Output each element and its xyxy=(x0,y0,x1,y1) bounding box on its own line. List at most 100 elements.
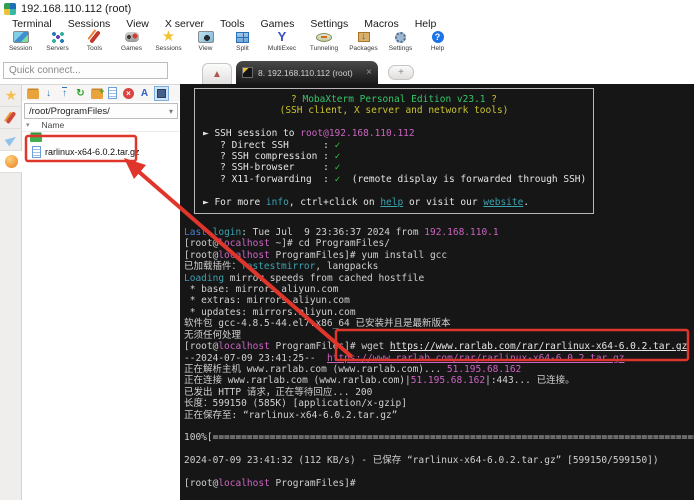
terminal-line: 长度：599150 (585K) [application/x-gzip] xyxy=(184,398,407,410)
parent-directory-row[interactable] xyxy=(22,132,180,143)
sidebar-tab-strip: ★ xyxy=(0,85,23,500)
menu-games[interactable]: Games xyxy=(252,18,302,30)
terminal-line: ? SSH-browser : ✓ xyxy=(203,162,341,174)
games-icon xyxy=(124,32,139,42)
packages-icon xyxy=(357,30,370,44)
help-icon: ? xyxy=(431,31,444,43)
file-row-rarlinux[interactable]: rarlinux-x64-6.0.2.tar.gz xyxy=(22,143,180,160)
new-file-button[interactable] xyxy=(106,87,119,100)
terminal-line: 100%[===================================… xyxy=(184,432,694,444)
tab-close-icon[interactable]: × xyxy=(366,67,372,78)
tools-button[interactable]: Tools xyxy=(76,30,113,57)
menu-tools[interactable]: Tools xyxy=(212,18,253,30)
refresh-button[interactable]: ↻ xyxy=(74,87,87,100)
terminal-line: [root@localhost ~]# cd ProgramFiles/ xyxy=(184,238,390,250)
file-icon xyxy=(32,145,41,158)
terminal-line: 软件包 gcc-4.8.5-44.el7.x86_64 已安装并且是最新版本 xyxy=(184,318,451,330)
sessions-star-icon: ★ xyxy=(4,87,18,103)
multiexec-button[interactable]: Y MultiExec xyxy=(261,30,303,57)
follow-terminal-folder-button[interactable] xyxy=(154,85,169,101)
terminal-body: Last login: Tue Jul 9 23:36:37 2024 from… xyxy=(184,227,694,489)
new-tab-button[interactable]: + xyxy=(388,65,414,80)
window-title: 192.168.110.112 (root) xyxy=(21,2,132,15)
download-button[interactable]: ↓ xyxy=(42,87,55,100)
main-toolbar: Session Servers Tools Games ★ Sessions V… xyxy=(0,28,694,58)
terminal-line: ► SSH session to root@192.168.110.112 xyxy=(203,128,415,140)
split-icon xyxy=(236,31,249,43)
terminal-tab-icon xyxy=(242,67,253,78)
home-folder-button[interactable] xyxy=(26,87,39,100)
packages-button[interactable]: Packages xyxy=(345,30,382,57)
chevron-down-icon: ▾ xyxy=(168,106,173,116)
terminal-line: (SSH client, X server and network tools) xyxy=(279,105,509,117)
sftp-toolbar: ↓ ↑ ↻ × A xyxy=(22,85,180,101)
terminal-line: ? SSH compression : ✓ xyxy=(203,151,341,163)
session-button[interactable]: Session xyxy=(2,30,39,57)
app-logo-icon xyxy=(4,2,16,15)
rename-button[interactable]: A xyxy=(138,87,151,100)
sidebar-tab-sessions[interactable]: ★ xyxy=(0,85,22,107)
delete-button[interactable]: × xyxy=(122,87,135,100)
collapse-arrow-icon: ▲ xyxy=(212,68,222,80)
menu-sessions[interactable]: Sessions xyxy=(60,18,119,30)
terminal-line: [root@localhost ProgramFiles]# xyxy=(184,477,362,489)
delete-x-icon: × xyxy=(123,87,134,99)
split-button[interactable]: Split xyxy=(224,30,261,57)
menu-macros[interactable]: Macros xyxy=(356,18,406,30)
file-name: rarlinux-x64-6.0.2.tar.gz xyxy=(45,146,140,157)
menu-help[interactable]: Help xyxy=(407,18,445,30)
session-tab-active[interactable]: 8. 192.168.110.112 (root) × xyxy=(236,61,378,84)
terminal-line: Loading mirror speeds from cached hostfi… xyxy=(184,272,425,284)
menu-terminal[interactable]: Terminal xyxy=(4,18,60,30)
menu-view[interactable]: View xyxy=(118,18,157,30)
multiexec-icon: Y xyxy=(277,29,287,44)
follow-folder-icon xyxy=(157,88,166,98)
terminal-line: 正在连接 www.rarlab.com (www.rarlab.com)|51.… xyxy=(184,375,575,387)
sessions-star-icon: ★ xyxy=(161,28,176,45)
terminal-line: 已加载插件：fastestmirror, langpacks xyxy=(184,261,379,273)
menu-bar: Terminal Sessions View X server Tools Ga… xyxy=(0,17,694,30)
terminal-line: ? Direct SSH : ✓ xyxy=(203,139,341,151)
remote-path-select[interactable]: /root/ProgramFiles/ ▾ xyxy=(24,103,178,119)
servers-button[interactable]: Servers xyxy=(39,30,76,57)
terminal-line: * extras: mirrors.aliyun.com xyxy=(184,295,350,307)
terminal-output[interactable]: ? MobaXterm Personal Edition v23.1 ? (SSH… xyxy=(180,84,694,500)
tunneling-icon xyxy=(316,32,332,42)
sessions-button[interactable]: ★ Sessions xyxy=(150,28,187,57)
games-button[interactable]: Games xyxy=(113,30,150,57)
sidebar-tab-macros[interactable] xyxy=(0,129,22,151)
terminal-line: --2024-07-09 23:41:25-- https://www.rarl… xyxy=(184,352,625,364)
tunneling-button[interactable]: Tunneling xyxy=(303,30,345,57)
servers-icon xyxy=(50,31,65,43)
terminal-line: 已发出 HTTP 请求，正在等待回应... 200 xyxy=(184,386,373,398)
mobaxterm-banner: ? MobaXterm Personal Edition v23.1 ? (SSH… xyxy=(194,88,594,215)
quick-connect-input[interactable] xyxy=(3,62,168,79)
terminal-line: 正在保存至: “rarlinux-x64-6.0.2.tar.gz” xyxy=(184,409,398,421)
sidebar-tab-tools[interactable] xyxy=(0,107,22,129)
settings-gear-icon xyxy=(395,31,406,43)
file-list-header[interactable]: ▾ Name xyxy=(22,119,180,132)
terminal-line: * base: mirrors.aliyun.com xyxy=(184,284,339,296)
terminal-line: Last login: Tue Jul 9 23:36:37 2024 from… xyxy=(184,227,499,239)
terminal-line: 正在解析主机 www.rarlab.com (www.rarlab.com)..… xyxy=(184,363,522,375)
collapse-sidebar-button[interactable]: ▲ xyxy=(202,63,232,84)
title-bar: 192.168.110.112 (root) xyxy=(0,0,694,17)
terminal-line: ? X11-forwarding : ✓ (remote display is … xyxy=(203,173,587,185)
help-button[interactable]: ? Help xyxy=(419,30,456,57)
remote-path-value: /root/ProgramFiles/ xyxy=(29,105,110,117)
new-folder-button[interactable] xyxy=(90,86,105,100)
tools-icon xyxy=(5,111,17,124)
session-icon xyxy=(12,31,29,43)
terminal-line: 无须任何处理 xyxy=(184,329,242,341)
settings-button[interactable]: Settings xyxy=(382,30,419,57)
upload-button[interactable]: ↑ xyxy=(58,87,71,100)
view-button[interactable]: View xyxy=(187,30,224,57)
sftp-ball-icon xyxy=(4,155,18,168)
sidebar-tab-sftp[interactable] xyxy=(0,151,23,173)
terminal-line: ? MobaXterm Personal Edition v23.1 ? xyxy=(291,94,497,105)
menu-settings[interactable]: Settings xyxy=(302,18,356,30)
